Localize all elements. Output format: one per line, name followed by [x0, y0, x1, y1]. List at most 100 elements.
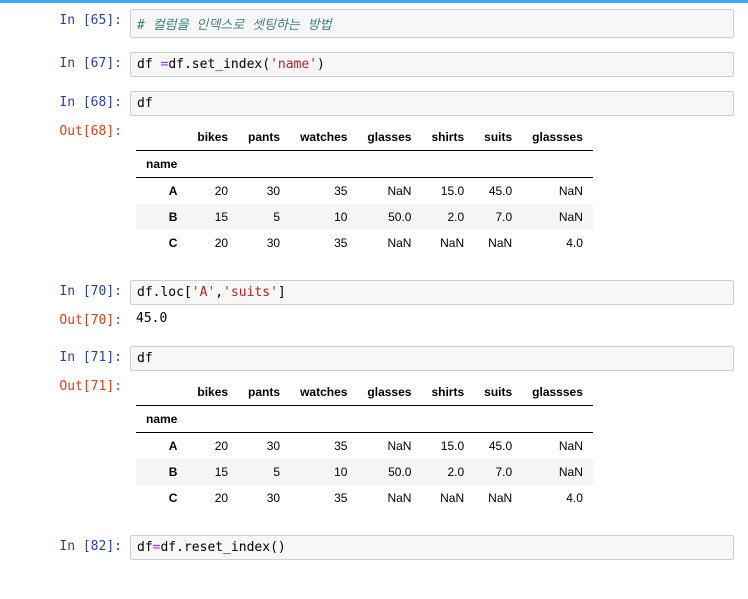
empty-cell — [357, 406, 421, 433]
output-prompt: Out[71]: — [0, 375, 130, 521]
table-cell: 45.0 — [474, 178, 522, 205]
table-cell: 15.0 — [421, 433, 474, 460]
table-cell: 45.0 — [474, 433, 522, 460]
empty-cell — [421, 151, 474, 178]
input-prompt: In [82]: — [0, 535, 130, 560]
table-cell: 50.0 — [357, 204, 421, 230]
code-token: [ — [184, 285, 192, 300]
empty-cell — [187, 406, 238, 433]
table-cell: NaN — [421, 230, 474, 256]
code-token: ( — [270, 540, 278, 555]
code-token: reset_index — [184, 540, 270, 555]
table-cell: 35 — [290, 230, 357, 256]
active-cell-indicator — [0, 0, 748, 3]
column-header: shirts — [421, 379, 474, 406]
column-header: glasses — [357, 379, 421, 406]
table-cell: 15 — [187, 204, 238, 230]
code-token: ] — [278, 285, 286, 300]
code-token: ( — [262, 57, 270, 72]
empty-cell — [522, 406, 593, 433]
table-cell: NaN — [357, 178, 421, 205]
row-index: C — [136, 485, 187, 511]
cell-67: In [67]: df =df.set_index('name') — [0, 50, 748, 79]
code-token: df — [137, 96, 153, 111]
column-header: glassses — [522, 124, 593, 151]
code-input[interactable]: df=df.reset_index() — [130, 535, 734, 560]
input-prompt: In [71]: — [0, 346, 130, 371]
table-cell: NaN — [522, 178, 593, 205]
cell-82: In [82]: df=df.reset_index() — [0, 533, 748, 562]
empty-cell — [474, 406, 522, 433]
column-header: suits — [474, 124, 522, 151]
code-token: set_index — [192, 57, 262, 72]
table-cell: NaN — [357, 230, 421, 256]
column-header: bikes — [187, 379, 238, 406]
table-corner — [136, 124, 187, 151]
code-string: 'name' — [270, 57, 317, 72]
empty-cell — [290, 151, 357, 178]
column-header: suits — [474, 379, 522, 406]
code-input[interactable]: # 컬럼을 인덱스로 셋팅하는 방법 — [130, 9, 734, 38]
row-index: C — [136, 230, 187, 256]
code-string: 'A' — [192, 285, 215, 300]
table-cell: 4.0 — [522, 485, 593, 511]
table-row: A203035NaN15.045.0NaN — [136, 178, 593, 205]
table-cell: 35 — [290, 433, 357, 460]
input-prompt: In [65]: — [0, 9, 130, 38]
code-input[interactable]: df — [130, 346, 734, 371]
empty-cell — [290, 406, 357, 433]
code-input[interactable]: df =df.set_index('name') — [130, 52, 734, 77]
table-cell: 20 — [187, 485, 238, 511]
code-token: df — [137, 351, 153, 366]
table-corner — [136, 379, 187, 406]
table-cell: 10 — [290, 204, 357, 230]
table-cell: 35 — [290, 178, 357, 205]
code-token: df — [137, 57, 160, 72]
code-input[interactable]: df — [130, 91, 734, 116]
empty-cell — [474, 151, 522, 178]
table-cell: NaN — [522, 459, 593, 485]
dataframe-output: bikespantswatchesglassesshirtssuitsglass… — [130, 120, 748, 266]
cell-65: In [65]: # 컬럼을 인덱스로 셋팅하는 방법 — [0, 7, 748, 40]
code-input[interactable]: df.loc['A','suits'] — [130, 280, 734, 305]
row-index: B — [136, 204, 187, 230]
column-header: bikes — [187, 124, 238, 151]
column-header: glassses — [522, 379, 593, 406]
dataframe-table: bikespantswatchesglassesshirtssuitsglass… — [136, 379, 593, 511]
index-name: name — [136, 406, 187, 433]
table-cell: 20 — [187, 178, 238, 205]
table-cell: 7.0 — [474, 459, 522, 485]
code-token: , — [215, 285, 223, 300]
empty-cell — [238, 151, 290, 178]
cell-68-input: In [68]: df — [0, 89, 748, 118]
column-header: watches — [290, 379, 357, 406]
code-token: df.loc — [137, 285, 184, 300]
output-prompt: Out[70]: — [0, 309, 130, 332]
cell-70-output: Out[70]: 45.0 — [0, 307, 748, 334]
cell-71-output: Out[71]: bikespantswatchesglassesshirtss… — [0, 373, 748, 523]
table-cell: 15.0 — [421, 178, 474, 205]
row-index: B — [136, 459, 187, 485]
table-cell: 5 — [238, 204, 290, 230]
table-cell: NaN — [474, 485, 522, 511]
input-prompt: In [68]: — [0, 91, 130, 116]
row-index: A — [136, 433, 187, 460]
code-comment: # 컬럼을 인덱스로 셋팅하는 방법 — [137, 18, 332, 33]
code-token: df. — [160, 540, 183, 555]
table-row: C203035NaNNaNNaN4.0 — [136, 485, 593, 511]
code-token: df — [137, 540, 153, 555]
empty-cell — [238, 406, 290, 433]
input-prompt: In [67]: — [0, 52, 130, 77]
cell-71-input: In [71]: df — [0, 344, 748, 373]
table-cell: NaN — [357, 485, 421, 511]
table-cell: 15 — [187, 459, 238, 485]
index-name: name — [136, 151, 187, 178]
cell-68-output: Out[68]: bikespantswatchesglassesshirtss… — [0, 118, 748, 268]
empty-cell — [357, 151, 421, 178]
dataframe-output: bikespantswatchesglassesshirtssuitsglass… — [130, 375, 748, 521]
code-token: df. — [168, 57, 191, 72]
table-row: A203035NaN15.045.0NaN — [136, 433, 593, 460]
table-row: C203035NaNNaNNaN4.0 — [136, 230, 593, 256]
table-cell: 35 — [290, 485, 357, 511]
row-index: A — [136, 178, 187, 205]
